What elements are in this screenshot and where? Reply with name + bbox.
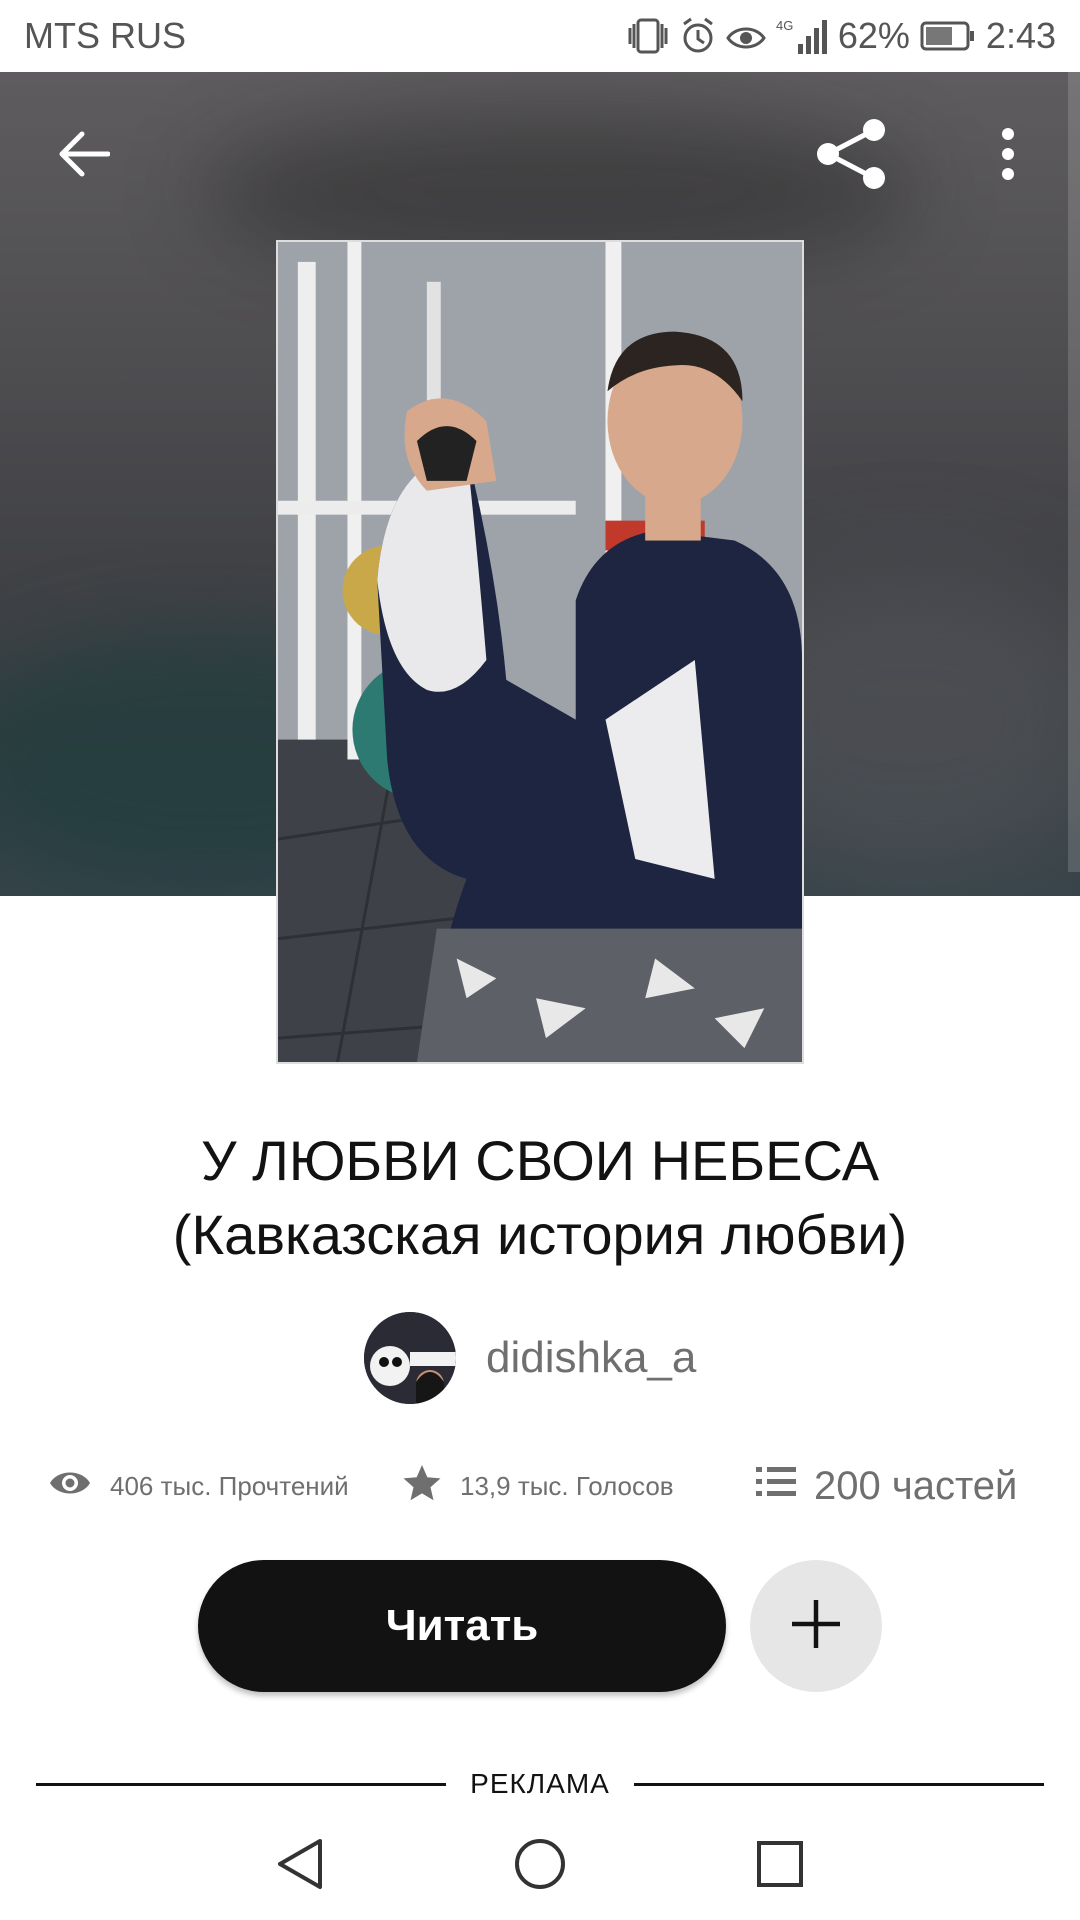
reads-stat: 406 тыс. Прочтений <box>48 1456 349 1516</box>
eye-comfort-icon <box>726 16 766 56</box>
triangle-back-icon <box>276 1837 324 1896</box>
list-icon <box>756 1464 796 1509</box>
story-title-line2: (Кавказская история любви) <box>172 1203 908 1266</box>
votes-count: 13,9 тыс. Голосов <box>460 1470 674 1501</box>
clock: 2:43 <box>985 15 1056 56</box>
alarm-icon <box>680 16 716 56</box>
system-nav-bar <box>0 1812 1080 1920</box>
circle-home-icon <box>513 1837 567 1896</box>
vibrate-icon <box>626 16 670 56</box>
share-icon <box>814 116 890 197</box>
status-icons: 4G 62% 2:43 <box>626 15 1056 57</box>
nav-back-button[interactable] <box>268 1834 332 1898</box>
ad-label: РЕКЛАМА <box>470 1768 610 1799</box>
nav-home-button[interactable] <box>508 1834 572 1898</box>
avatar <box>364 1312 456 1404</box>
divider-line-right <box>633 1782 1044 1786</box>
reads-count: 406 тыс. Прочтений <box>110 1470 349 1501</box>
back-button[interactable] <box>36 108 132 204</box>
status-bar: MTS RUS 4G 62% 2:43 <box>0 0 1080 72</box>
story-stats: 406 тыс. Прочтений 13,9 тыс. Голосов 200… <box>48 1456 1048 1516</box>
parts-count: 200 частей <box>814 1463 1018 1508</box>
parts-stat[interactable]: 200 частей <box>756 1456 1017 1516</box>
ad-divider: РЕКЛАМА <box>36 1762 1044 1806</box>
back-arrow-icon <box>58 130 111 183</box>
divider-line-left <box>36 1782 447 1786</box>
share-button[interactable] <box>804 108 900 204</box>
signal-icon: 4G <box>776 16 828 56</box>
read-button[interactable]: Читать <box>198 1560 726 1692</box>
eye-icon <box>48 1467 92 1506</box>
plus-icon <box>790 1598 842 1655</box>
svg-text:4G: 4G <box>776 18 793 33</box>
star-icon <box>402 1463 442 1510</box>
square-recents-icon <box>756 1840 804 1893</box>
scrollbar <box>1068 72 1080 872</box>
author-name: didishka_a <box>486 1333 697 1382</box>
author-link[interactable]: didishka_a <box>364 1312 696 1404</box>
nav-recents-button[interactable] <box>748 1834 812 1898</box>
battery-percent: 62% <box>837 15 910 56</box>
battery-icon <box>920 20 976 52</box>
votes-stat: 13,9 тыс. Голосов <box>402 1456 674 1516</box>
add-to-library-button[interactable] <box>750 1560 882 1692</box>
story-title-line1: У ЛЮБВИ СВОИ НЕБЕСА <box>200 1129 880 1192</box>
story-title: У ЛЮБВИ СВОИ НЕБЕСА (Кавказская история … <box>40 1124 1040 1272</box>
more-vert-icon <box>1000 126 1016 187</box>
story-cover-image[interactable] <box>276 240 804 1064</box>
more-options-button[interactable] <box>960 108 1056 204</box>
carrier-label: MTS RUS <box>24 15 186 56</box>
